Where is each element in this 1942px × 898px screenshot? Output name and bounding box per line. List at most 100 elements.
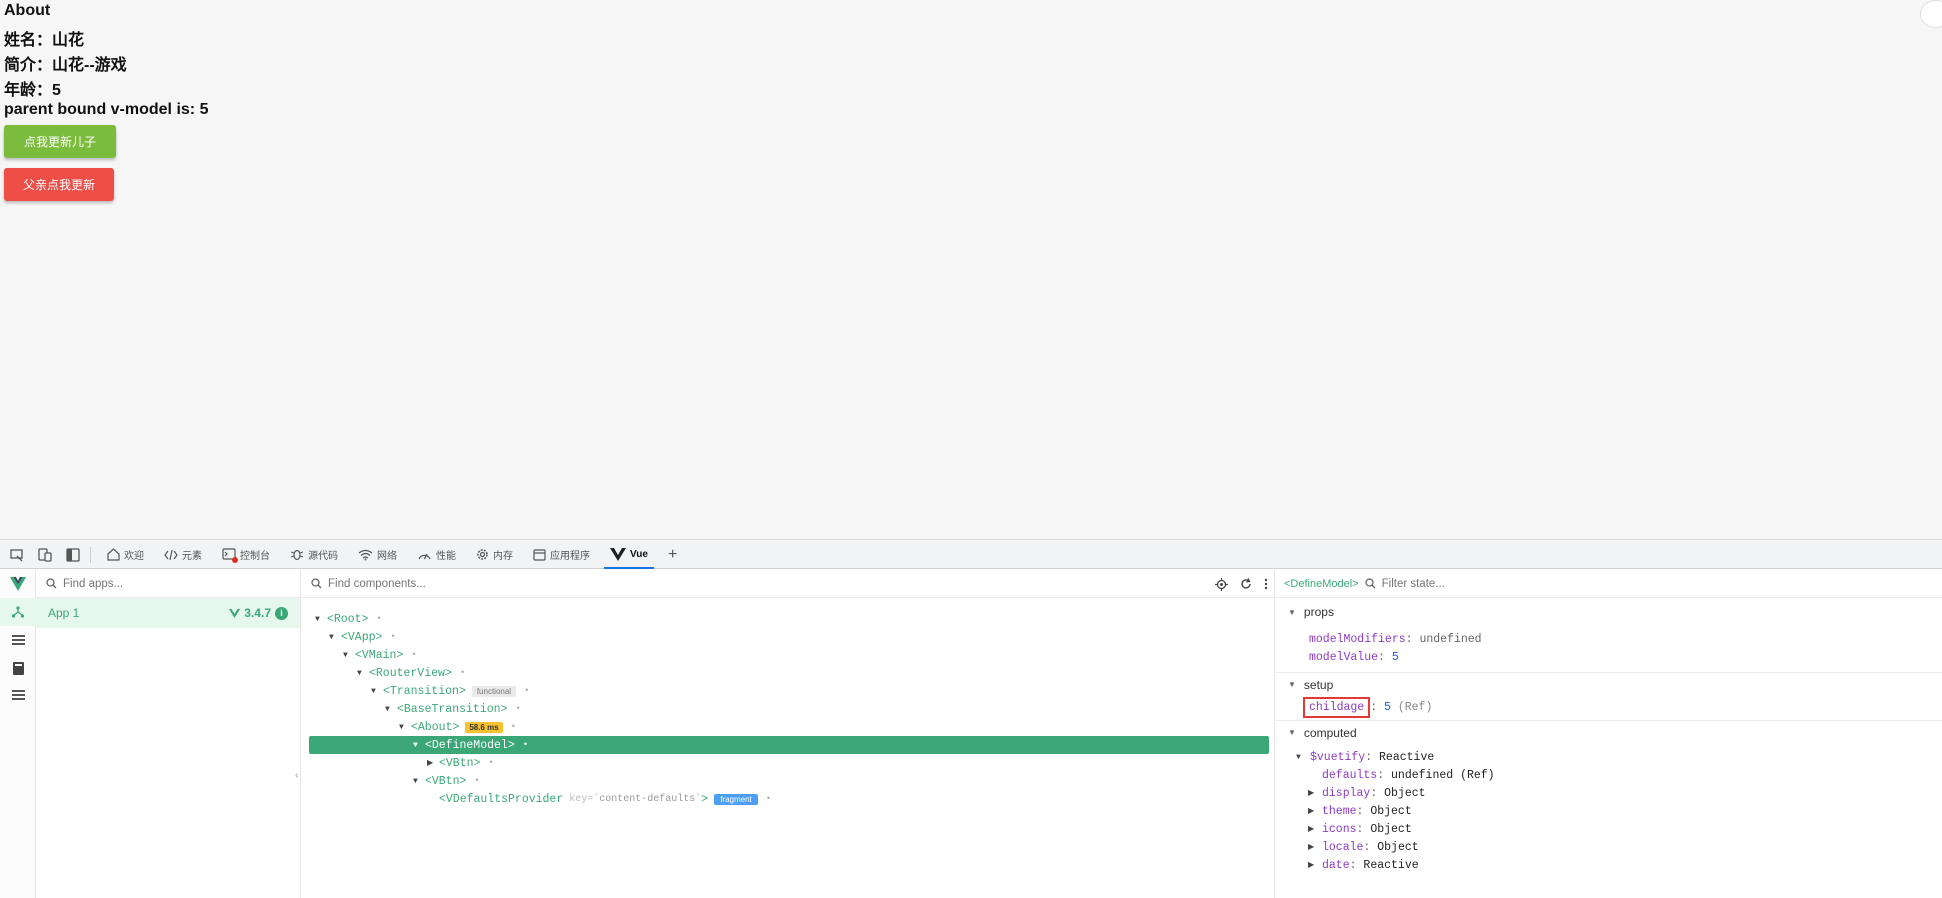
app-list-item[interactable]: App 1 3.4.7 i bbox=[36, 598, 300, 628]
expand-arrow-icon: ▼ bbox=[1296, 752, 1301, 762]
node-label: <Transition> bbox=[383, 684, 466, 698]
tab-elements[interactable]: 元素 bbox=[154, 541, 212, 569]
props-section-header[interactable]: ▼ props bbox=[1276, 600, 1942, 624]
corner-button[interactable] bbox=[1920, 0, 1942, 28]
computed-key: icons bbox=[1322, 822, 1357, 836]
components-tree-icon[interactable] bbox=[0, 598, 36, 626]
tab-console-label: 控制台 bbox=[240, 551, 270, 562]
components-search-input[interactable] bbox=[328, 577, 528, 590]
node-dot: • bbox=[524, 686, 530, 696]
tab-network[interactable]: 网络 bbox=[348, 541, 407, 569]
list-icon[interactable] bbox=[0, 682, 36, 710]
dock-side-icon[interactable] bbox=[62, 544, 84, 566]
computed-key: theme bbox=[1322, 804, 1357, 818]
node-dot: • bbox=[376, 614, 382, 624]
tab-network-label: 网络 bbox=[377, 551, 397, 562]
render-time-badge: 58.6 ms bbox=[465, 721, 503, 733]
device-toggle-icon[interactable] bbox=[34, 544, 56, 566]
code-icon bbox=[164, 549, 178, 560]
setup-title: setup bbox=[1303, 677, 1334, 692]
setup-section-header[interactable]: ▼ setup bbox=[1276, 672, 1942, 696]
prop-value: undefined bbox=[1419, 632, 1482, 646]
computed-section-header[interactable]: ▼ computed bbox=[1276, 720, 1942, 744]
selected-component-crumb[interactable]: <DefineModel> bbox=[1284, 578, 1359, 590]
vue-icon bbox=[610, 548, 626, 561]
computed-value: Object bbox=[1377, 840, 1419, 854]
node-dot: • bbox=[522, 740, 529, 750]
computed-row[interactable]: ▶ date: Reactive bbox=[1296, 856, 1942, 874]
update-child-button[interactable]: 点我更新儿子 bbox=[4, 125, 116, 158]
collapse-arrow-icon: ▶ bbox=[427, 759, 434, 768]
node-dot: • bbox=[515, 704, 521, 714]
tree-node-root[interactable]: ▼ <Root> • bbox=[309, 610, 1269, 628]
apps-search-input[interactable] bbox=[63, 577, 263, 590]
computed-value: Reactive bbox=[1363, 858, 1419, 872]
tree-node-routerview[interactable]: ▼ <RouterView> • bbox=[309, 664, 1269, 682]
target-icon[interactable] bbox=[1215, 577, 1228, 591]
node-label-close: > bbox=[701, 792, 709, 806]
name-line: 姓名：山花 bbox=[4, 32, 85, 49]
prop-key: modelValue bbox=[1309, 650, 1379, 664]
computed-row[interactable]: ▶ icons: Object bbox=[1296, 820, 1942, 838]
tree-node-basetransition[interactable]: ▼ <BaseTransition> • bbox=[309, 700, 1269, 718]
tab-performance[interactable]: 性能 bbox=[407, 541, 466, 569]
node-label: <BaseTransition> bbox=[397, 702, 508, 716]
search-icon bbox=[46, 578, 57, 589]
prop-row[interactable]: modelValue: 5 bbox=[1309, 648, 1942, 666]
expand-arrow-icon: ▼ bbox=[1288, 607, 1296, 617]
search-icon bbox=[311, 578, 322, 589]
tree-node-vapp[interactable]: ▼ <VApp> • bbox=[309, 628, 1269, 646]
vue-logo-icon bbox=[0, 570, 36, 598]
node-dot: • bbox=[474, 776, 480, 786]
age-line: 年龄：5 bbox=[4, 82, 61, 99]
node-key-value: `content-defaults` bbox=[593, 793, 702, 805]
computed-title: computed bbox=[1303, 725, 1357, 740]
bug-icon bbox=[290, 549, 304, 561]
add-tab-button[interactable]: + bbox=[658, 541, 687, 569]
computed-row[interactable]: ▶ locale: Object bbox=[1296, 838, 1942, 856]
vmodel-line: parent bound v-model is: 5 bbox=[4, 101, 209, 118]
pinia-book-icon[interactable] bbox=[0, 654, 36, 682]
expand-arrow-icon: ▼ bbox=[1288, 680, 1296, 689]
setup-row[interactable]: childage: 5 (Ref) bbox=[1303, 696, 1942, 718]
computed-row[interactable]: ▶ display: Object bbox=[1296, 784, 1942, 802]
tree-node-definemodel[interactable]: ▼ <DefineModel> • bbox=[309, 736, 1269, 754]
parent-update-button[interactable]: 父亲点我更新 bbox=[4, 168, 114, 201]
info-icon[interactable]: i bbox=[275, 606, 288, 620]
tree-node-vmain[interactable]: ▼ <VMain> • bbox=[309, 646, 1269, 664]
expand-arrow-icon: ▼ bbox=[343, 650, 348, 660]
tree-node-vbtn-2[interactable]: ▼ <VBtn> • bbox=[309, 772, 1269, 790]
tab-elements-label: 元素 bbox=[182, 551, 202, 562]
search-icon bbox=[1364, 578, 1376, 589]
filter-state-input[interactable] bbox=[1381, 577, 1582, 590]
tree-toolbar bbox=[1215, 570, 1268, 598]
tree-node-vdefaultsprovider[interactable]: <VDefaultsProvider key= `content-defaults`… bbox=[309, 790, 1269, 808]
node-dot: • bbox=[411, 650, 417, 660]
tab-vue[interactable]: Vue bbox=[600, 541, 658, 569]
tab-console[interactable]: 控制台 bbox=[212, 541, 280, 569]
computed-row-vuetify[interactable]: ▼ $vuetify: Reactive bbox=[1296, 748, 1942, 766]
tab-sources-label: 源代码 bbox=[308, 551, 338, 562]
page-heading: About bbox=[4, 2, 51, 19]
node-label: <VBtn> bbox=[425, 774, 467, 788]
inspect-icon[interactable] bbox=[6, 544, 28, 566]
timeline-icon[interactable] bbox=[0, 626, 36, 654]
tab-application[interactable]: 应用程序 bbox=[523, 541, 600, 569]
tab-memory[interactable]: 内存 bbox=[466, 541, 523, 569]
collapse-arrow-icon: ▶ bbox=[1308, 807, 1315, 816]
tree-node-transition[interactable]: ▼ <Transition> functional • bbox=[309, 682, 1269, 700]
props-title: props bbox=[1303, 605, 1334, 619]
computed-row[interactable]: ▶ theme: Object bbox=[1296, 802, 1942, 820]
tree-node-vbtn-1[interactable]: ▶ <VBtn> • bbox=[309, 754, 1269, 772]
tab-sources[interactable]: 源代码 bbox=[280, 541, 348, 569]
computed-row-defaults[interactable]: defaults: undefined (Ref) bbox=[1296, 766, 1942, 784]
panel-collapse-handle[interactable]: ‹ bbox=[295, 770, 298, 781]
more-vert-icon[interactable] bbox=[1264, 578, 1268, 590]
refresh-icon[interactable] bbox=[1240, 578, 1252, 590]
expand-arrow-icon: ▼ bbox=[399, 722, 404, 732]
tab-welcome[interactable]: 欢迎 bbox=[97, 541, 154, 569]
tree-node-about[interactable]: ▼ <About> 58.6 ms • bbox=[309, 718, 1269, 736]
intro-line: 简介：山花--游戏 bbox=[4, 57, 127, 74]
prop-row[interactable]: modelModifiers: undefined bbox=[1309, 630, 1942, 648]
computed-value: Object bbox=[1384, 786, 1426, 800]
